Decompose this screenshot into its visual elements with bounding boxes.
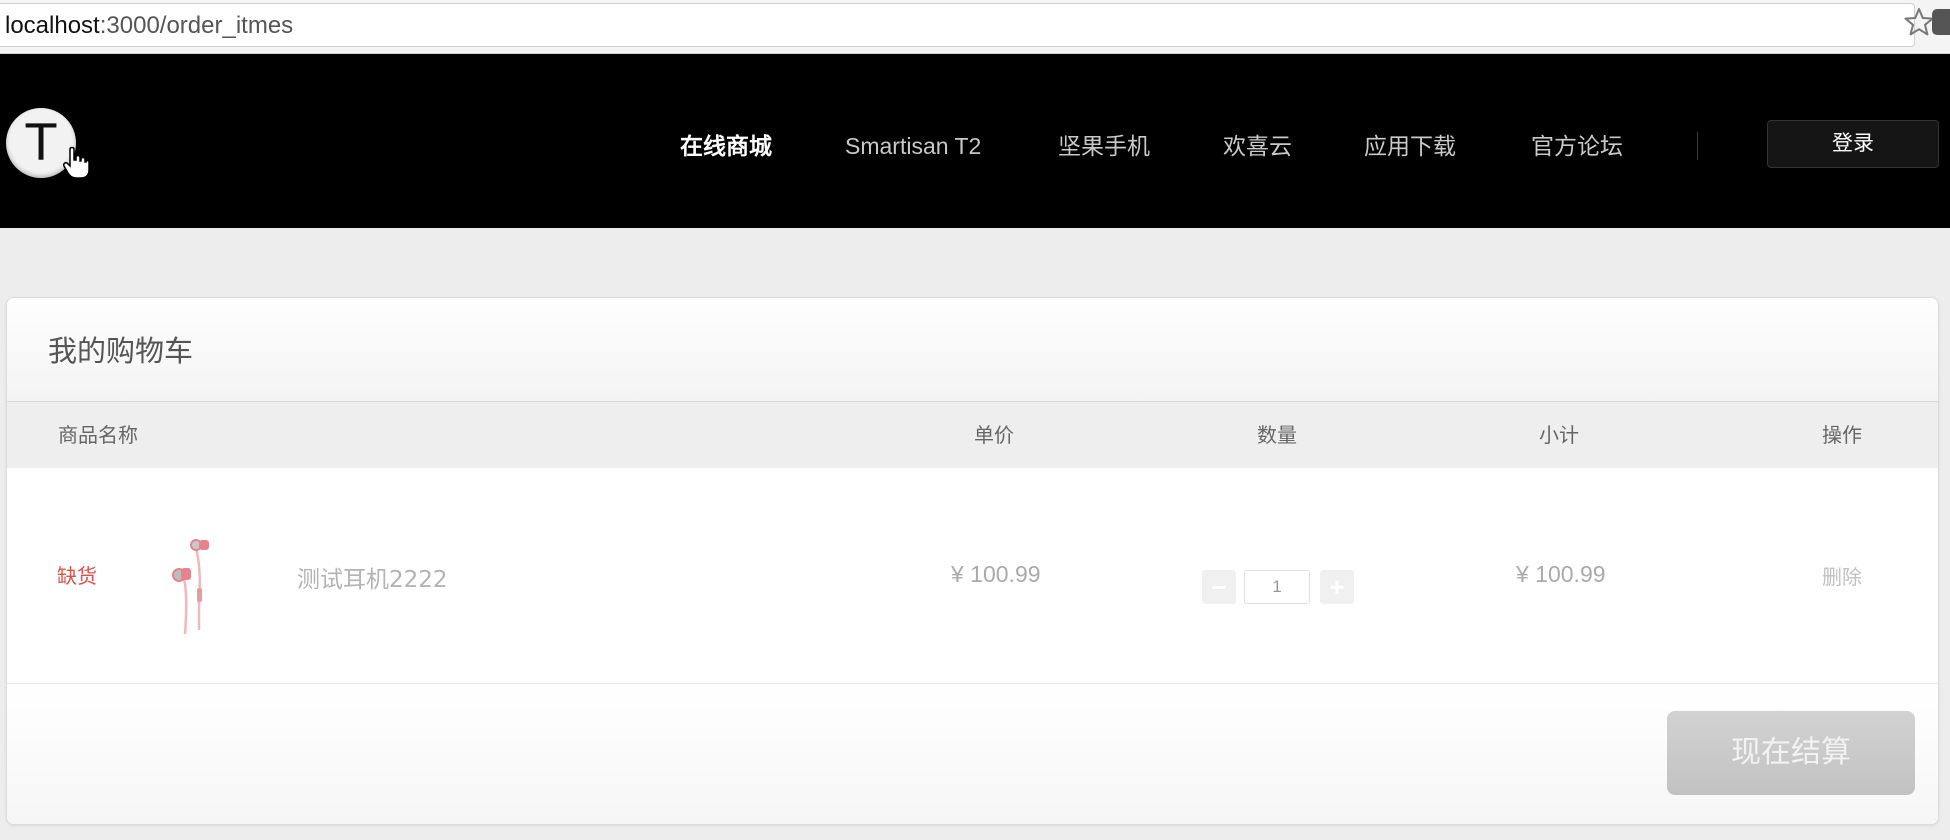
nav-item-forum[interactable]: 官方论坛 [1531,126,1623,166]
login-button[interactable]: 登录 [1767,120,1939,168]
column-header-unit-price: 单价 [974,423,1014,447]
checkout-button[interactable]: 现在结算 [1667,711,1915,795]
nav-item-cloud[interactable]: 欢喜云 [1223,126,1292,166]
extension-icon[interactable] [1932,9,1950,35]
nav-item-nut-phone[interactable]: 坚果手机 [1058,126,1150,166]
cart-title: 我的购物车 [48,334,194,368]
quantity-input[interactable] [1244,570,1310,604]
nav-item-app-download[interactable]: 应用下载 [1364,126,1456,166]
subtotal: ¥ 100.99 [1516,561,1606,587]
decrement-button[interactable]: − [1202,570,1236,604]
star-icon[interactable] [1904,7,1934,37]
nav-item-online-store[interactable]: 在线商城 [680,126,772,166]
unit-price: ¥ 100.99 [951,561,1041,587]
column-header-quantity: 数量 [1257,423,1297,447]
url-host: localhost [5,12,100,39]
column-header-name: 商品名称 [58,423,138,447]
shopping-cart-panel: 我的购物车 商品名称 单价 数量 小计 操作 缺货 测试耳机2222 ¥ 100… [6,297,1939,825]
hand-cursor-icon [63,146,90,179]
out-of-stock-label: 缺货 [57,564,97,588]
column-header-subtotal: 小计 [1539,423,1579,447]
column-header-action: 操作 [1822,423,1862,447]
nav-item-smartisan-t2[interactable]: Smartisan T2 [845,126,981,166]
url-input[interactable]: localhost:3000/order_itmes [0,3,1915,47]
increment-button[interactable]: + [1320,570,1354,604]
cart-footer: 现在结算 [7,684,1938,824]
url-path: :3000/order_itmes [99,12,294,39]
delete-link[interactable]: 删除 [1822,561,1862,590]
cart-item-row: 缺货 测试耳机2222 ¥ 100.99 − + ¥ 100.99 删除 [7,468,1938,684]
nav-divider [1697,132,1698,160]
product-name[interactable]: 测试耳机2222 [297,560,448,594]
site-header: T 在线商城 Smartisan T2 坚果手机 欢喜云 应用下载 官方论坛 登… [0,54,1950,228]
earphone-image[interactable] [165,538,225,638]
browser-address-bar: localhost:3000/order_itmes [0,0,1950,54]
cart-title-bar: 我的购物车 [7,298,1938,402]
cart-column-headers: 商品名称 单价 数量 小计 操作 [7,402,1938,468]
